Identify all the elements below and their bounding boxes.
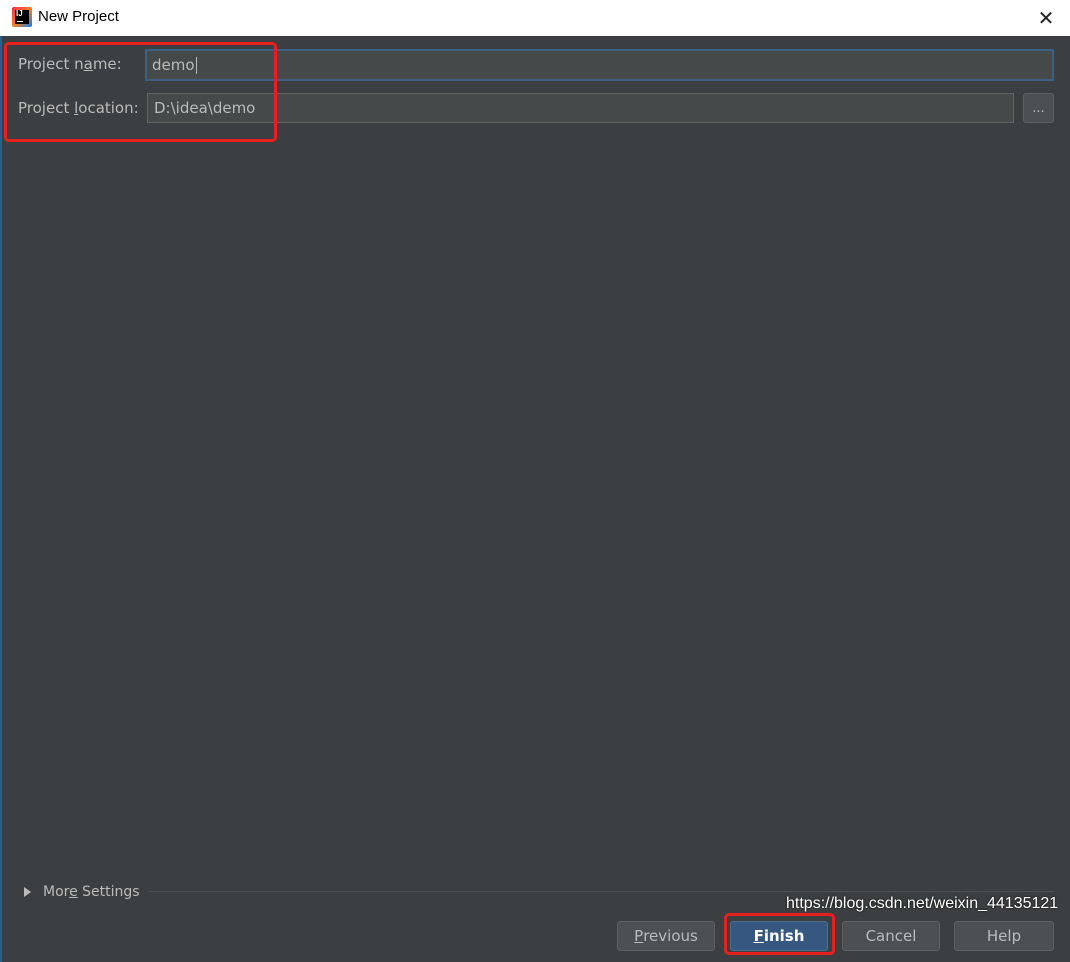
project-name-input[interactable]: demo <box>145 49 1054 81</box>
intellij-logo-icon <box>12 7 32 27</box>
cancel-button[interactable]: Cancel <box>842 921 940 951</box>
project-location-label: Project location: <box>18 99 139 117</box>
text-caret <box>195 57 197 74</box>
finish-button[interactable]: Finish <box>730 921 828 951</box>
browse-button[interactable]: ... <box>1023 93 1054 123</box>
more-settings-separator <box>148 891 1054 892</box>
project-name-label: Project name: <box>18 55 122 73</box>
project-location-input[interactable]: D:\idea\demo <box>147 93 1014 123</box>
more-settings-label: More Settings <box>43 884 140 900</box>
expand-triangle-icon <box>24 887 31 897</box>
previous-button[interactable]: Previous <box>617 921 715 951</box>
help-button[interactable]: Help <box>954 921 1054 951</box>
dialog-content: Project name: demo Project location: D:\… <box>0 36 1070 962</box>
title-bar: New Project ✕ <box>0 0 1070 36</box>
window-title: New Project <box>38 8 119 25</box>
more-settings-toggle[interactable]: More Settings <box>24 882 140 902</box>
close-button[interactable]: ✕ <box>1022 0 1070 36</box>
